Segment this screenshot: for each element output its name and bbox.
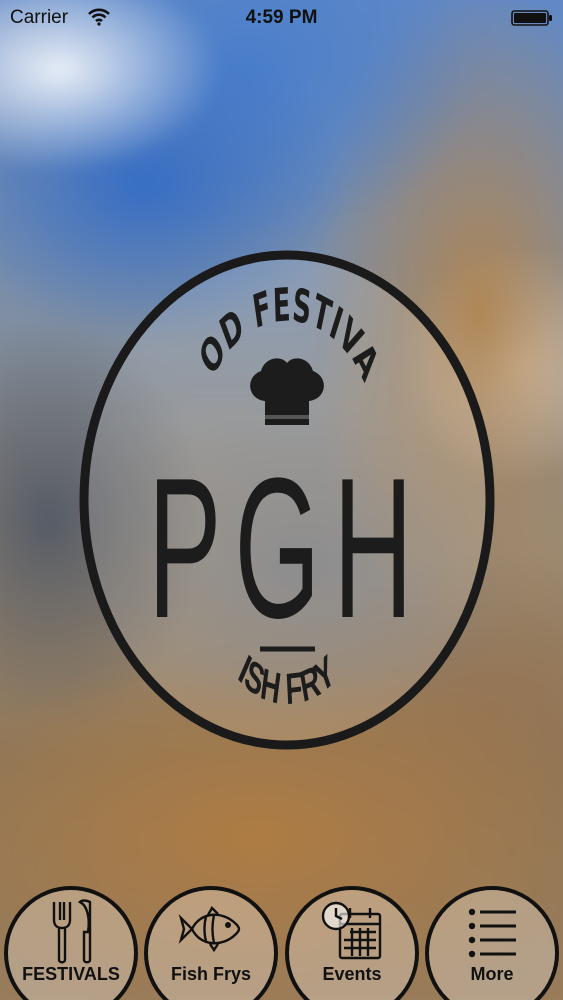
tab-events-label: Events xyxy=(322,964,382,984)
fish-icon xyxy=(178,906,241,953)
tab-fish-frys[interactable]: Fish Frys xyxy=(144,886,278,1000)
tab-more-label: More xyxy=(470,964,514,984)
tab-fish-frys-label: Fish Frys xyxy=(170,964,252,984)
pgh-food-festivals-logo: FOOD FESTIVALS PGH FISH FRYS xyxy=(79,245,495,750)
app-screen: Carrier 4:59 PM FOOD FESTIVALS PGH xyxy=(0,0,563,1000)
status-bar: Carrier 4:59 PM xyxy=(0,0,563,36)
tab-festivals-label: FESTIVALS xyxy=(22,964,120,984)
fork-knife-icon xyxy=(52,899,92,964)
battery-full-icon xyxy=(511,10,552,26)
calendar-clock-icon xyxy=(321,901,382,960)
tab-bar: FESTIVALS Fish Frys Events More xyxy=(0,880,563,1000)
tab-more[interactable]: More xyxy=(425,886,559,1000)
tab-events[interactable]: Events xyxy=(285,886,419,1000)
tab-festivals[interactable]: FESTIVALS xyxy=(4,886,138,1000)
status-time: 4:59 PM xyxy=(245,7,318,28)
list-icon xyxy=(468,908,516,958)
logo-main-text: PGH xyxy=(148,437,426,660)
